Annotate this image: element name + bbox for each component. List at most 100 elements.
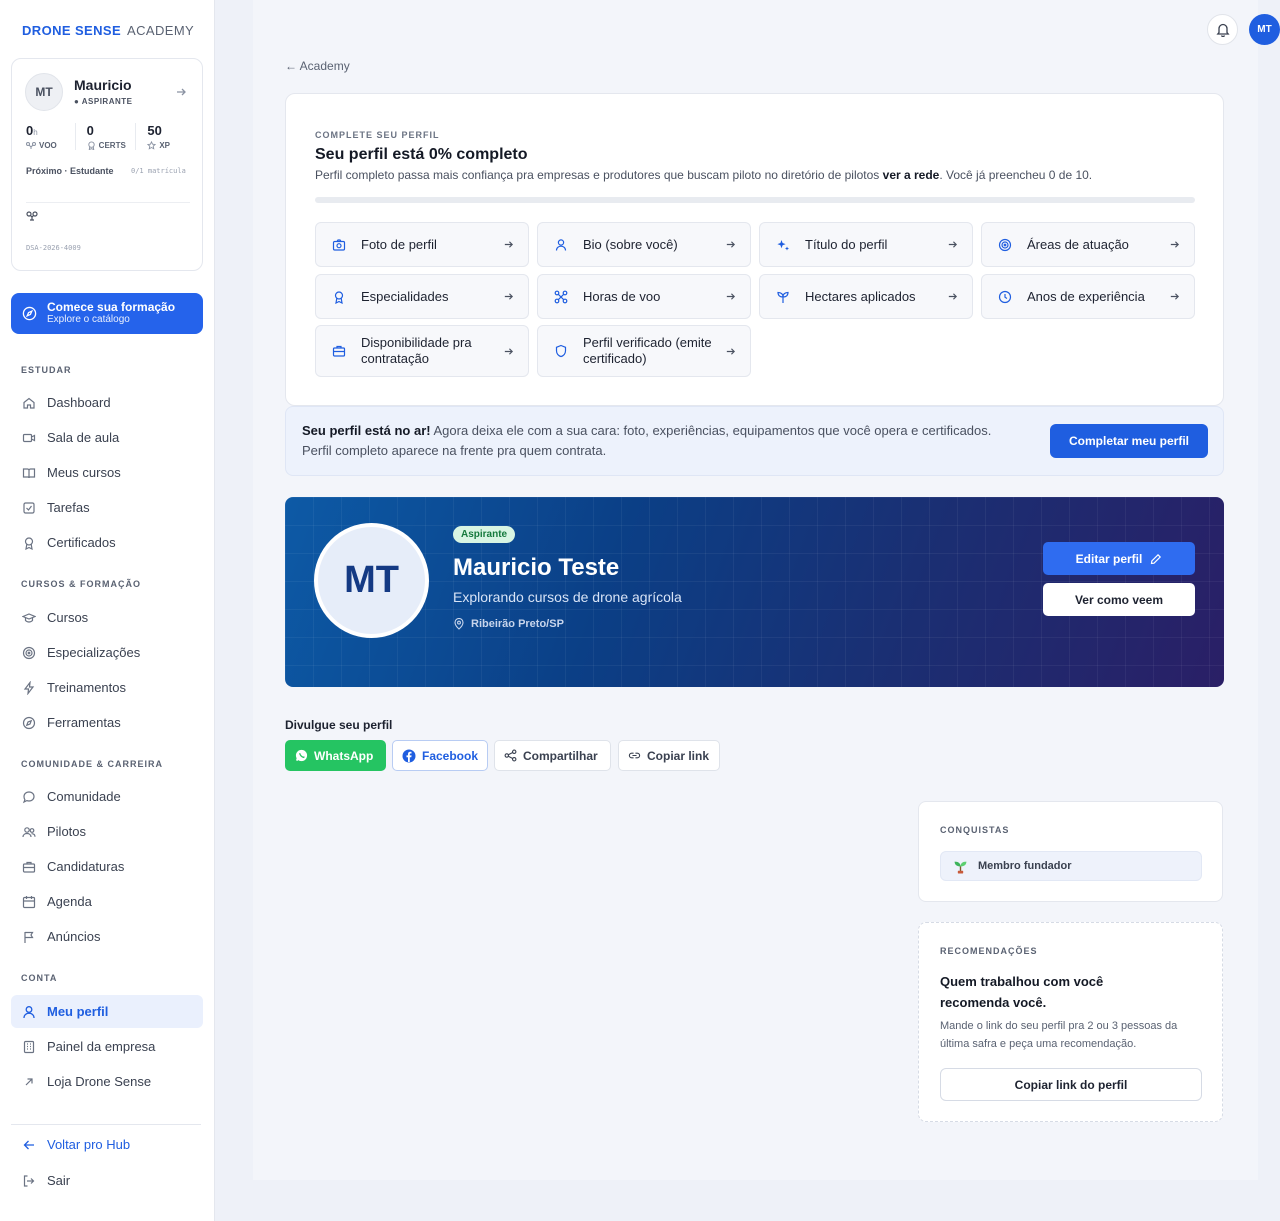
- pilot-code: DSA-2026-4009: [26, 244, 81, 252]
- arrow-right-icon: [947, 291, 958, 302]
- nav-item-tarefas[interactable]: Tarefas: [11, 491, 203, 524]
- copy-link-button[interactable]: Copiar link: [618, 740, 720, 771]
- nav-item-label: Loja Drone Sense: [47, 1074, 152, 1089]
- notifications-button[interactable]: [1207, 14, 1238, 45]
- arrow-right-icon: [725, 346, 736, 357]
- complete-profile-card: COMPLETE SEU PERFIL Seu perfil está 0% c…: [285, 93, 1224, 406]
- step-titulo[interactable]: Título do perfil: [759, 222, 973, 267]
- shield-icon: [554, 344, 570, 358]
- step-bio[interactable]: Bio (sobre você): [537, 222, 751, 267]
- recommendations-title: RECOMENDAÇÕES: [940, 946, 1038, 956]
- arrow-left-icon: [22, 1138, 37, 1152]
- edit-profile-button[interactable]: Editar perfil: [1043, 542, 1195, 575]
- arrow-right-icon: [503, 346, 514, 357]
- sprout-icon: [776, 290, 792, 304]
- nav-item-label: Especializações: [47, 645, 141, 660]
- pencil-icon: [1150, 553, 1162, 565]
- nav-item-sala-de-aula[interactable]: Sala de aula: [11, 421, 203, 454]
- next-level: Próximo · Estudante: [26, 166, 114, 176]
- divider: [11, 1124, 201, 1125]
- step-label: Foto de perfil: [361, 236, 437, 252]
- step-hectares[interactable]: Hectares aplicados: [759, 274, 973, 319]
- nav-item-dashboard[interactable]: Dashboard: [11, 386, 203, 419]
- calendar-icon: [22, 895, 37, 909]
- nav-item-certificados[interactable]: Certificados: [11, 526, 203, 559]
- share-whatsapp-button[interactable]: WhatsApp: [285, 740, 386, 771]
- see-network-link[interactable]: ver a rede: [883, 168, 940, 182]
- nav-item-label: Sair: [47, 1173, 71, 1188]
- nav-item-label: Anúncios: [47, 929, 101, 944]
- profile-avatar[interactable]: MT: [314, 523, 429, 638]
- desc-text: Perfil completo passa mais confiança pra…: [315, 168, 883, 182]
- profile-headline: Explorando cursos de drone agrícola: [453, 589, 682, 605]
- edit-profile-label: Editar perfil: [1075, 551, 1143, 566]
- stat-certs: 0 CERTS: [76, 123, 137, 150]
- nav-item-agenda[interactable]: Agenda: [11, 885, 203, 918]
- nav-item-anuncios[interactable]: Anúncios: [11, 920, 203, 953]
- start-training-button[interactable]: Comece sua formação Explore o catálogo: [11, 293, 203, 334]
- step-especialidades[interactable]: Especialidades: [315, 274, 529, 319]
- nav-item-loja[interactable]: Loja Drone Sense: [11, 1065, 203, 1098]
- card-kicker: COMPLETE SEU PERFIL: [315, 130, 440, 140]
- nav-item-especializacoes[interactable]: Especializações: [11, 636, 203, 669]
- user-avatar: MT: [25, 73, 63, 111]
- building-icon: [22, 1040, 37, 1054]
- step-verificado[interactable]: Perfil verificado (emite certificado): [537, 325, 751, 377]
- checkbox-icon: [22, 501, 37, 515]
- breadcrumb[interactable]: ← Academy: [285, 59, 350, 73]
- share-facebook-button[interactable]: Facebook: [392, 740, 488, 771]
- nav-item-pilotos[interactable]: Pilotos: [11, 815, 203, 848]
- step-foto-perfil[interactable]: Foto de perfil: [315, 222, 529, 267]
- compass-icon: [22, 716, 37, 730]
- copy-profile-link-button[interactable]: Copiar link do perfil: [940, 1068, 1202, 1101]
- nav-item-candidaturas[interactable]: Candidaturas: [11, 850, 203, 883]
- step-areas[interactable]: Áreas de atuação: [981, 222, 1195, 267]
- nav-item-label: Agenda: [47, 894, 92, 909]
- whatsapp-label: WhatsApp: [314, 748, 374, 763]
- step-anos-experiencia[interactable]: Anos de experiência: [981, 274, 1195, 319]
- complete-profile-button[interactable]: Completar meu perfil: [1050, 424, 1208, 458]
- step-label: Anos de experiência: [1027, 288, 1145, 304]
- link-icon: [628, 749, 641, 762]
- nav-item-meu-perfil[interactable]: Meu perfil: [11, 995, 203, 1028]
- nav-section-estudar: ESTUDAR: [21, 365, 72, 375]
- sprout-icon: [953, 859, 968, 874]
- nav-item-label: Candidaturas: [47, 859, 125, 874]
- start-training-title: Comece sua formação: [47, 300, 176, 314]
- user-avatar-button[interactable]: MT: [1249, 14, 1280, 45]
- copy-link-label: Copiar link: [647, 748, 710, 763]
- nav-item-label: Voltar pro Hub: [47, 1137, 131, 1152]
- step-disponibilidade[interactable]: Disponibilidade pra contratação: [315, 325, 529, 377]
- share-icon: [504, 749, 517, 762]
- recommendations-text: Mande o link do seu perfil pra 2 ou 3 pe…: [940, 1020, 1178, 1050]
- nav-item-sair[interactable]: Sair: [11, 1164, 203, 1197]
- nav-item-treinamentos[interactable]: Treinamentos: [11, 671, 203, 704]
- nav-item-label: Tarefas: [47, 500, 90, 515]
- level-badge: Aspirante: [453, 526, 516, 543]
- nav-item-label: Meus cursos: [47, 465, 121, 480]
- nav-item-cursos[interactable]: Cursos: [11, 601, 203, 634]
- nav-item-painel-empresa[interactable]: Painel da empresa: [11, 1030, 203, 1063]
- start-training-subtitle: Explore o catálogo: [47, 314, 130, 325]
- user-card[interactable]: MT Mauricio ● ASPIRANTE 0h VOO 0 CERTS 5…: [11, 58, 203, 271]
- user-name: Mauricio: [74, 77, 132, 93]
- nav-item-ferramentas[interactable]: Ferramentas: [11, 706, 203, 739]
- award-icon: [87, 141, 96, 150]
- whatsapp-icon: [295, 749, 308, 762]
- sparkles-icon: [776, 238, 792, 252]
- arrow-right-icon[interactable]: [175, 86, 187, 98]
- card-description: Perfil completo passa mais confiança pra…: [315, 168, 1092, 182]
- share-label: Compartilhar: [523, 748, 598, 763]
- location-text: Ribeirão Preto/SP: [471, 618, 564, 630]
- brand-logo[interactable]: DRONE SENSE ACADEMY: [22, 23, 194, 38]
- nav-item-voltar-hub[interactable]: Voltar pro Hub: [11, 1128, 203, 1161]
- brand-secondary: ACADEMY: [127, 23, 195, 38]
- nav-item-label: Certificados: [47, 535, 116, 550]
- briefcase-icon: [332, 344, 348, 358]
- view-as-others-button[interactable]: Ver como veem: [1043, 583, 1195, 616]
- nav-item-comunidade[interactable]: Comunidade: [11, 780, 203, 813]
- share-button[interactable]: Compartilhar: [494, 740, 611, 771]
- step-horas-voo[interactable]: Horas de voo: [537, 274, 751, 319]
- stat-label: CERTS: [98, 141, 126, 150]
- nav-item-meus-cursos[interactable]: Meus cursos: [11, 456, 203, 489]
